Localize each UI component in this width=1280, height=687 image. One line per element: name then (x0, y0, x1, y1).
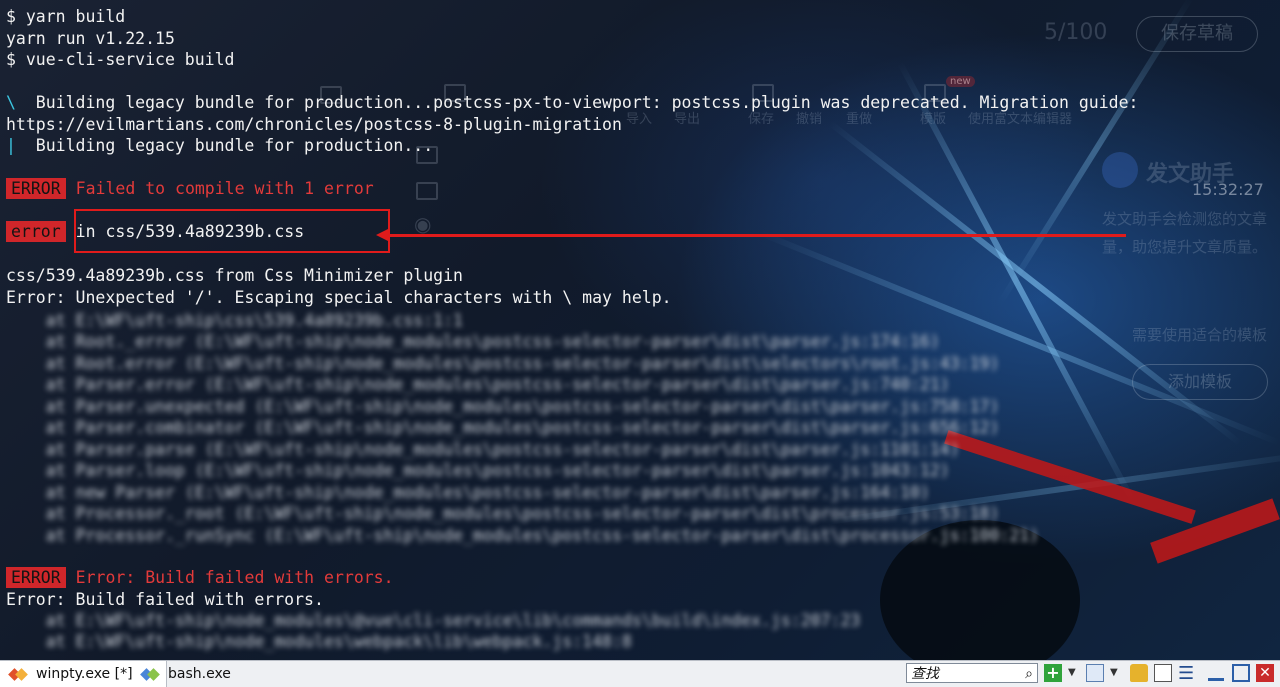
stack-trace-line: at Parser.unexpected (E:\WF\uft-ship\nod… (6, 397, 1000, 416)
git-icon (8, 666, 28, 682)
terminal-line: $ yarn build (6, 7, 126, 26)
error-badge: ERROR (6, 567, 66, 588)
terminal-line: https://evilmartians.com/chronicles/post… (6, 115, 622, 134)
new-tab-button[interactable]: + (1044, 664, 1062, 682)
stack-trace-line: at Parser.parse (E:\WF\uft-ship\node_mod… (6, 440, 960, 459)
tab-bash[interactable]: bash.exe (132, 661, 268, 687)
terminal-line: \ Building legacy bundle for production.… (6, 92, 1138, 113)
stack-trace-line: at Parser.loop (E:\WF\uft-ship\node_modu… (6, 461, 950, 480)
spinner: | (6, 136, 16, 155)
minimize-icon[interactable] (1208, 665, 1224, 681)
search-placeholder: 查找 (911, 666, 939, 682)
terminal-line: Error: Unexpected '/'. Escaping special … (6, 288, 672, 307)
spinner: \ (6, 93, 16, 112)
terminal-output: $ yarn build yarn run v1.22.15 $ vue-cli… (0, 0, 1280, 660)
search-input[interactable]: 查找 ⌕ (906, 663, 1038, 683)
highlight-box (74, 209, 390, 253)
stack-trace-line: at Root.error (E:\WF\uft-ship\node_modul… (6, 354, 1000, 373)
stack-trace-line: at E:\WF\uft-ship\node_modules\@vue\cli-… (6, 611, 861, 630)
error-message: Error: Build failed with errors. (75, 568, 394, 587)
tab-label: bash.exe (168, 666, 231, 682)
tab-label: winpty.exe [*] (36, 666, 133, 682)
stack-trace-line: at new Parser (E:\WF\uft-ship\node_modul… (6, 483, 930, 502)
terminal-line: yarn run v1.22.15 (6, 29, 175, 48)
terminal-line: Error: Build failed with errors. (6, 590, 324, 609)
error-badge: ERROR (6, 178, 66, 199)
restore-icon[interactable] (1086, 664, 1104, 682)
annotation-arrow (384, 234, 1126, 237)
error-line: ERROR Failed to compile with 1 error (6, 178, 374, 199)
maximize-icon[interactable] (1232, 664, 1250, 682)
error-line: ERROR Error: Build failed with errors. (6, 567, 394, 588)
terminal-line: $ vue-cli-service build (6, 50, 235, 69)
error-badge: error (6, 221, 66, 242)
chevron-down-icon[interactable]: ▼ (1110, 667, 1118, 678)
terminal-text: Building legacy bundle for production...… (15, 93, 1139, 112)
panel-icon[interactable] (1154, 664, 1172, 682)
stack-trace-line: at E:\WF\uft-ship\node_modules\webpack\l… (6, 632, 632, 651)
stack-trace-line: at Parser.combinator (E:\WF\uft-ship\nod… (6, 418, 1000, 437)
stack-trace-line: at Processor._root (E:\WF\uft-ship\node_… (6, 504, 1000, 523)
terminal-text: Building legacy bundle for production... (15, 136, 434, 155)
terminal-line: css/539.4a89239b.css from Css Minimizer … (6, 266, 463, 285)
close-icon[interactable]: ✕ (1256, 664, 1274, 682)
stack-trace-line: at Parser.error (E:\WF\uft-ship\node_mod… (6, 375, 950, 394)
git-icon (140, 666, 160, 682)
stack-trace-line: at E:\WF\uft-ship\css\539.4a89239b.css:1… (6, 311, 463, 330)
chevron-down-icon[interactable]: ▼ (1068, 667, 1076, 678)
console-tabbar: winpty.exe [*] bash.exe 查找 ⌕ + ▼ ▼ ☰ ✕ (0, 660, 1280, 687)
stack-trace-line: at Processor._runSync (E:\WF\uft-ship\no… (6, 526, 1040, 545)
stack-trace-line: at Root._error (E:\WF\uft-ship\node_modu… (6, 332, 940, 351)
search-icon[interactable]: ⌕ (1025, 664, 1033, 684)
error-message: Failed to compile with 1 error (75, 179, 374, 198)
terminal-line: | Building legacy bundle for production.… (6, 135, 433, 156)
arrow-head-icon (376, 228, 390, 242)
menu-icon[interactable]: ☰ (1178, 663, 1194, 684)
lock-icon[interactable] (1130, 664, 1148, 682)
